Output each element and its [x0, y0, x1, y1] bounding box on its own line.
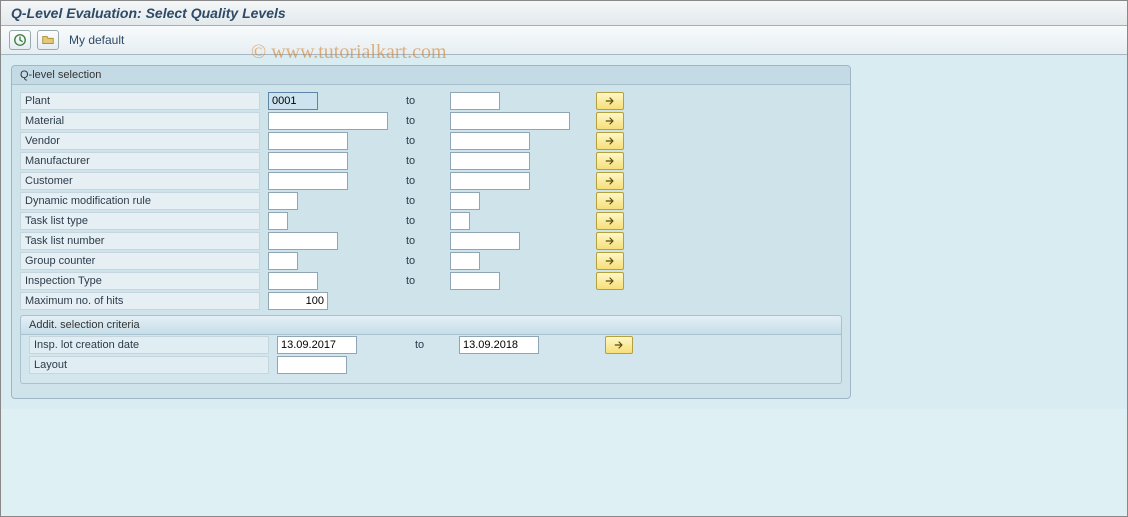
- multiple-selection-button[interactable]: [596, 152, 624, 170]
- to-label: to: [400, 235, 450, 247]
- field-label: Inspection Type: [20, 272, 260, 290]
- form-row: Task list number to: [12, 231, 850, 251]
- from-input[interactable]: [268, 152, 348, 170]
- form-row: Dynamic modification rule to: [12, 191, 850, 211]
- arrow-right-icon: [613, 339, 625, 351]
- multiple-selection-button[interactable]: [596, 252, 624, 270]
- to-label: to: [400, 175, 450, 187]
- clock-execute-icon: [13, 33, 27, 47]
- multiple-selection-button[interactable]: [596, 112, 624, 130]
- arrow-right-icon: [604, 135, 616, 147]
- to-label: to: [400, 95, 450, 107]
- from-input[interactable]: [268, 252, 298, 270]
- form-row: Maximum no. of hits: [12, 291, 850, 311]
- from-input[interactable]: [268, 132, 348, 150]
- execute-button[interactable]: [9, 30, 31, 50]
- form-row: Manufacturer to: [12, 151, 850, 171]
- field-label: Maximum no. of hits: [20, 292, 260, 310]
- get-variant-button[interactable]: [37, 30, 59, 50]
- field-label: Group counter: [20, 252, 260, 270]
- multiple-selection-button[interactable]: [596, 132, 624, 150]
- to-input[interactable]: [450, 112, 570, 130]
- from-input[interactable]: [268, 232, 338, 250]
- arrow-right-icon: [604, 115, 616, 127]
- multiple-selection-button[interactable]: [596, 92, 624, 110]
- form-row: Vendor to: [12, 131, 850, 151]
- to-input[interactable]: [450, 192, 480, 210]
- folder-icon: [41, 33, 55, 47]
- to-label: to: [400, 215, 450, 227]
- multiple-selection-button[interactable]: [596, 232, 624, 250]
- arrow-right-icon: [604, 275, 616, 287]
- multiple-selection-button[interactable]: [596, 212, 624, 230]
- form-row: Plant to: [12, 91, 850, 111]
- field-label: Customer: [20, 172, 260, 190]
- field-label: Plant: [20, 92, 260, 110]
- form-row: Group counter to: [12, 251, 850, 271]
- to-input[interactable]: [450, 92, 500, 110]
- field-label: Layout: [29, 356, 269, 374]
- arrow-right-icon: [604, 175, 616, 187]
- form-row: Task list type to: [12, 211, 850, 231]
- to-input[interactable]: [450, 152, 530, 170]
- multiple-selection-button[interactable]: [596, 192, 624, 210]
- to-input[interactable]: [459, 336, 539, 354]
- arrow-right-icon: [604, 255, 616, 267]
- from-input[interactable]: [268, 212, 288, 230]
- title-bar: Q-Level Evaluation: Select Quality Level…: [1, 1, 1127, 26]
- from-input[interactable]: [268, 172, 348, 190]
- form-row: Layout: [21, 355, 841, 375]
- subgroup-title: Addit. selection criteria: [21, 316, 841, 335]
- from-input[interactable]: [277, 356, 347, 374]
- to-input[interactable]: [450, 132, 530, 150]
- to-input[interactable]: [450, 232, 520, 250]
- to-label: to: [400, 135, 450, 147]
- arrow-right-icon: [604, 95, 616, 107]
- arrow-right-icon: [604, 215, 616, 227]
- to-input[interactable]: [450, 212, 470, 230]
- to-label: to: [400, 155, 450, 167]
- group-title: Q-level selection: [12, 66, 850, 85]
- field-label: Vendor: [20, 132, 260, 150]
- from-input[interactable]: [277, 336, 357, 354]
- multiple-selection-button[interactable]: [605, 336, 633, 354]
- form-row: Insp. lot creation date to: [21, 335, 841, 355]
- content-area: Q-level selection PlanttoMaterialtoVendo…: [1, 55, 1127, 409]
- to-input[interactable]: [450, 272, 500, 290]
- multiple-selection-button[interactable]: [596, 272, 624, 290]
- q-level-selection-group: Q-level selection PlanttoMaterialtoVendo…: [11, 65, 851, 399]
- arrow-right-icon: [604, 155, 616, 167]
- to-input[interactable]: [450, 252, 480, 270]
- from-input[interactable]: [268, 92, 318, 110]
- arrow-right-icon: [604, 235, 616, 247]
- arrow-right-icon: [604, 195, 616, 207]
- to-label: to: [400, 195, 450, 207]
- field-label: Material: [20, 112, 260, 130]
- form-row: Customer to: [12, 171, 850, 191]
- from-input[interactable]: [268, 292, 328, 310]
- from-input[interactable]: [268, 192, 298, 210]
- form-row: Inspection Type to: [12, 271, 850, 291]
- to-label: to: [409, 339, 459, 351]
- field-label: Insp. lot creation date: [29, 336, 269, 354]
- to-label: to: [400, 255, 450, 267]
- app-toolbar: My default: [1, 26, 1127, 55]
- page-title: Q-Level Evaluation: Select Quality Level…: [11, 5, 1117, 21]
- to-label: to: [400, 115, 450, 127]
- from-input[interactable]: [268, 112, 388, 130]
- field-label: Task list type: [20, 212, 260, 230]
- form-row: Material to: [12, 111, 850, 131]
- field-label: Manufacturer: [20, 152, 260, 170]
- field-label: Task list number: [20, 232, 260, 250]
- my-default-link[interactable]: My default: [69, 33, 124, 47]
- addit-selection-criteria-group: Addit. selection criteria Insp. lot crea…: [20, 315, 842, 384]
- field-label: Dynamic modification rule: [20, 192, 260, 210]
- to-label: to: [400, 275, 450, 287]
- multiple-selection-button[interactable]: [596, 172, 624, 190]
- from-input[interactable]: [268, 272, 318, 290]
- to-input[interactable]: [450, 172, 530, 190]
